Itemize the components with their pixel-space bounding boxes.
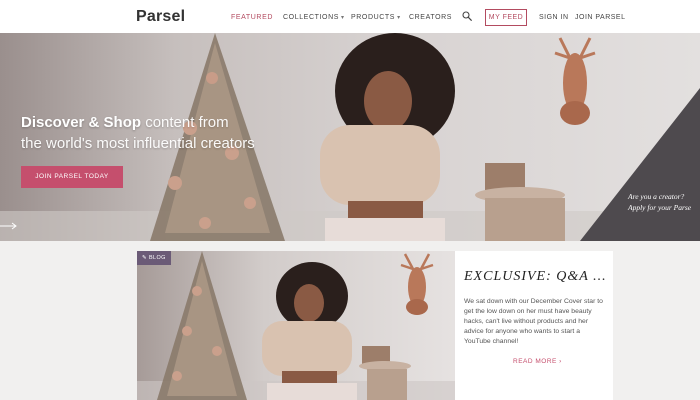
join-parsel-today-button[interactable]: JOIN PARSEL TODAY (21, 166, 123, 188)
deer-head-image (554, 37, 596, 125)
creator-line1: Are you a creator? (628, 192, 685, 201)
hero-title-bold: Discover & Shop (21, 114, 142, 131)
top-nav-bar: Parsel FEATURED COLLECTIONS ▾ PRODUCTS ▾ C… (0, 0, 700, 34)
chevron-down-icon: ▾ (341, 15, 345, 21)
nav-collections-label: COLLECTIONS (283, 14, 339, 21)
hero-title: Discover & Shop content from the world's… (21, 112, 255, 154)
hero-banner: Discover & Shop content from the world's… (0, 33, 700, 241)
pencil-icon: ✎ (142, 255, 148, 261)
nav-featured[interactable]: FEATURED (231, 14, 273, 21)
blog-card-title[interactable]: EXCLUSIVE: Q&A ... (464, 269, 607, 285)
blog-badge-label: BLOG (148, 255, 166, 261)
nav-products-label: PRODUCTS (351, 14, 396, 21)
nav-collections[interactable]: COLLECTIONS ▾ (283, 14, 345, 21)
blog-badge: ✎ BLOG (137, 251, 171, 265)
parsel-logo[interactable]: Parsel (136, 8, 185, 26)
hero-title-line2: the world's most influential creators (21, 135, 255, 152)
side-table-image (475, 163, 565, 241)
nav-products[interactable]: PRODUCTS ▾ (351, 14, 401, 21)
sign-in-link[interactable]: SIGN IN (539, 14, 569, 21)
blog-card-image[interactable]: ✎ BLOG (137, 251, 455, 400)
deer-head-image (400, 253, 434, 315)
join-parsel-link[interactable]: JOIN PARSEL (575, 14, 626, 21)
blog-image (137, 251, 455, 400)
blog-card-excerpt: We sat down with our December Cover star… (464, 298, 603, 345)
blog-card[interactable]: ✎ BLOG EXCLUSIVE: Q&A ... We sat down wi… (137, 251, 613, 400)
creator-line2: Apply for your Parse (628, 203, 692, 212)
woman-image (320, 33, 455, 241)
arrow-right-icon[interactable] (0, 222, 18, 230)
read-more-link[interactable]: READ MORE › (513, 358, 562, 365)
my-feed-button[interactable]: MY FEED (485, 9, 527, 26)
creator-callout[interactable]: Are you a creator? Apply for your Parse (628, 191, 691, 213)
hero-title-rest: content from (141, 114, 229, 131)
search-icon[interactable] (462, 11, 472, 21)
nav-creators-label: CREATORS (409, 14, 453, 21)
chevron-down-icon: ▾ (397, 15, 401, 21)
christmas-tree-image (157, 251, 247, 400)
creator-panel (580, 88, 700, 241)
woman-image (262, 262, 357, 400)
nav-featured-label: FEATURED (231, 14, 274, 21)
nav-creators[interactable]: CREATORS (409, 14, 452, 21)
